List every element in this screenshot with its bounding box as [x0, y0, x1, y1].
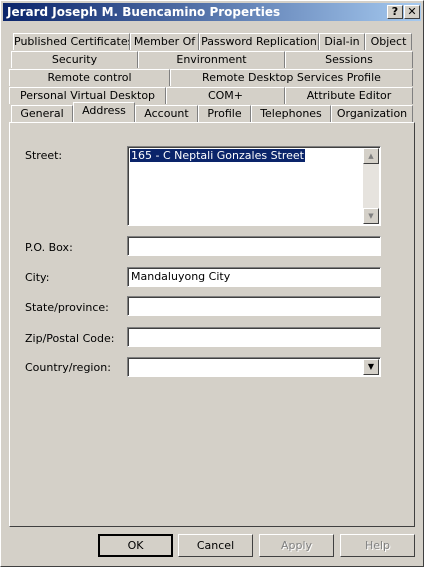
state-label: State/province:	[25, 301, 109, 314]
apply-button[interactable]: Apply	[259, 534, 334, 557]
title-bar[interactable]: Jerard Joseph M. Buencamino Properties ?…	[3, 3, 421, 21]
scroll-down-icon[interactable]: ▼	[363, 208, 379, 224]
tab-remote-desktop-services-profile[interactable]: Remote Desktop Services Profile	[170, 69, 413, 86]
chevron-down-icon[interactable]: ▼	[363, 359, 379, 375]
tab-account[interactable]: Account	[135, 105, 198, 122]
tab-object[interactable]: Object	[365, 33, 412, 50]
street-label: Street:	[25, 149, 63, 162]
tab-com-plus[interactable]: COM+	[166, 87, 285, 104]
street-textarea[interactable]: 165 - C Neptali Gonzales Street ▲ ▼	[127, 146, 381, 226]
tab-password-replication[interactable]: Password Replication	[199, 33, 319, 50]
properties-dialog: Jerard Joseph M. Buencamino Properties ?…	[0, 0, 424, 567]
tab-profile[interactable]: Profile	[198, 105, 251, 122]
tab-attribute-editor[interactable]: Attribute Editor	[285, 87, 413, 104]
tab-address[interactable]: Address	[73, 102, 135, 122]
help-icon[interactable]: ?	[387, 5, 403, 19]
tab-sessions[interactable]: Sessions	[285, 51, 413, 68]
tab-published-certificates[interactable]: Published Certificates	[13, 33, 130, 50]
help-button[interactable]: Help	[340, 534, 415, 557]
street-value: 165 - C Neptali Gonzales Street	[130, 149, 305, 162]
tab-telephones[interactable]: Telephones	[251, 105, 331, 122]
scroll-up-icon[interactable]: ▲	[363, 148, 379, 164]
country-select[interactable]: ▼	[127, 357, 381, 377]
ok-button[interactable]: OK	[98, 534, 173, 557]
pobox-label: P.O. Box:	[25, 241, 73, 254]
city-label: City:	[25, 271, 50, 284]
window-title: Jerard Joseph M. Buencamino Properties	[7, 5, 281, 19]
tab-security[interactable]: Security	[11, 51, 138, 68]
zip-label: Zip/Postal Code:	[25, 332, 115, 345]
tab-remote-control[interactable]: Remote control	[9, 69, 170, 86]
tab-dial-in[interactable]: Dial-in	[319, 33, 365, 50]
tab-member-of[interactable]: Member Of	[130, 33, 199, 50]
country-label: Country/region:	[25, 361, 111, 374]
pobox-input[interactable]	[127, 236, 381, 256]
cancel-button[interactable]: Cancel	[178, 534, 253, 557]
state-input[interactable]	[127, 296, 381, 316]
tab-organization[interactable]: Organization	[331, 105, 413, 122]
city-input[interactable]: Mandaluyong City	[127, 267, 381, 287]
street-scrollbar[interactable]: ▲ ▼	[363, 148, 379, 224]
zip-input[interactable]	[127, 327, 381, 347]
tab-environment[interactable]: Environment	[138, 51, 285, 68]
tab-general[interactable]: General	[11, 105, 73, 122]
close-icon[interactable]: ✕	[404, 5, 420, 19]
